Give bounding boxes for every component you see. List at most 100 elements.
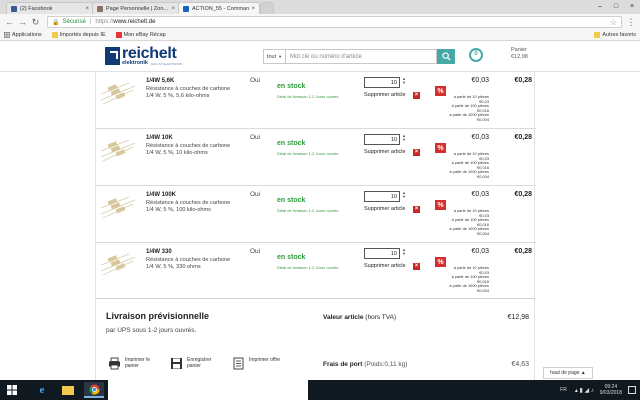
product-name[interactable]: 1/4W 10K [146, 135, 173, 141]
cart-button[interactable]: 0 [466, 47, 486, 65]
delete-x-icon[interactable]: × [413, 206, 420, 213]
delete-x-icon[interactable]: × [413, 149, 420, 156]
quantity-input[interactable]: 10 [364, 134, 400, 145]
quantity-input[interactable]: 10 [364, 77, 400, 88]
product-name[interactable]: 1/4W 5,6K [146, 78, 174, 84]
search-input[interactable]: Mot clé ou numéro d'article [285, 49, 437, 64]
start-button[interactable] [0, 380, 24, 400]
bookmark-ebay[interactable]: Mon eBay Récap [115, 32, 166, 38]
delivery-delay: Délai de livraison 1-2 Jours ouvrés [277, 151, 339, 156]
delete-article-link[interactable]: Supprimer article [364, 149, 406, 155]
page-favicon-icon [97, 5, 103, 12]
product-name[interactable]: 1/4W 330 [146, 249, 172, 255]
cart-row: 1/4W 10K Résistance à couches de carbone… [96, 129, 536, 186]
back-to-top-button[interactable]: haut de page ▲ [543, 367, 593, 379]
resistor-image[interactable] [99, 194, 137, 220]
resistor-image[interactable] [99, 137, 137, 163]
url-host: www.reichelt.de [113, 19, 156, 25]
close-window-icon[interactable]: × [624, 0, 640, 12]
browser-tabstrip: (2) Facebook × Page Personnelle | Zon...… [0, 0, 640, 14]
quantity-input[interactable]: 10 [364, 191, 400, 202]
close-tab-icon[interactable]: × [85, 6, 89, 12]
resistor-image[interactable] [99, 80, 137, 106]
line-total: €0,28 [514, 191, 532, 198]
tab-action-55[interactable]: ACTION_55 - Commande... × [178, 2, 260, 14]
delivery-subtitle: par UPS sous 1-2 jours ouvrés. [106, 327, 197, 334]
url-separator: | [89, 19, 92, 25]
taskbar-file-explorer[interactable] [58, 382, 78, 398]
delivery-title: Livraison prévisionnelle [106, 311, 210, 321]
notification-icon[interactable] [628, 386, 636, 394]
product-name[interactable]: 1/4W 100K [146, 192, 176, 198]
tab-page-personnelle[interactable]: Page Personnelle | Zon... × [92, 2, 180, 14]
bookmark-label: Mon eBay Récap [123, 32, 166, 38]
clock[interactable]: 09:24 9/03/2018 [600, 384, 622, 396]
url-field[interactable]: 🔒 Sécurisé | https:// www.reichelt.de ☆ [47, 16, 622, 28]
windows-taskbar: e FR ▴ ▮ ◢ ♪ 09:24 9/03/2018 [0, 380, 640, 400]
bookmark-imported-ie[interactable]: Importés depuis IE [51, 32, 106, 38]
search-category-select[interactable]: tout ▼ [263, 49, 285, 64]
availability-value: Oui [250, 248, 261, 255]
back-arrow-icon[interactable]: ← [4, 17, 15, 28]
bookmark-applications[interactable]: Applications [4, 32, 42, 38]
price-tiers: à partir de 10 pièces €0,03 à partir de … [436, 208, 489, 236]
folder-icon [594, 32, 601, 38]
tab-facebook[interactable]: (2) Facebook × [6, 2, 94, 14]
panier-total: €12,98 [511, 54, 528, 60]
quantity-value: 10 [390, 193, 397, 200]
bookmark-star-icon[interactable]: ☆ [610, 18, 617, 27]
browser-menu-icon[interactable]: ⋮ [626, 17, 636, 28]
new-tab-button[interactable] [260, 2, 274, 14]
system-tray: FR ▴ ▮ ◢ ♪ 09:24 9/03/2018 [560, 380, 636, 400]
tab-label: (2) Facebook [20, 5, 53, 12]
delete-x-icon[interactable]: × [413, 263, 420, 270]
panier-summary[interactable]: Panier €12,98 [511, 47, 528, 61]
reload-icon[interactable]: ↻ [30, 17, 41, 28]
apps-grid-icon [4, 32, 10, 38]
delivery-delay: Délai de livraison 1-2 Jours ouvrés [277, 208, 339, 213]
availability-value: Oui [250, 77, 261, 84]
article-value-amount: €12,98 [507, 314, 529, 321]
logo-sub: elektronik [122, 60, 148, 66]
printer-icon [109, 357, 120, 370]
search-bar: tout ▼ Mot clé ou numéro d'article [263, 49, 455, 64]
language-indicator[interactable]: FR [560, 387, 567, 393]
delete-article-link[interactable]: Supprimer article [364, 263, 406, 269]
taskbar-ie[interactable]: e [32, 382, 52, 398]
search-button[interactable] [437, 49, 455, 64]
delete-article-link[interactable]: Supprimer article [364, 92, 406, 98]
bookmark-other-favorites[interactable]: Autres favoris [594, 32, 636, 38]
close-tab-icon[interactable]: × [171, 6, 175, 12]
print-cart-button[interactable]: Imprimer le panier [108, 357, 150, 370]
quantity-stepper-icon[interactable]: ▲ ▼ [402, 191, 406, 199]
availability-value: Oui [250, 134, 261, 141]
bookmarks-bar: Applications Importés depuis IE Mon eBay… [0, 30, 640, 41]
action-label: Imprimer offre [249, 357, 280, 363]
taskbar-window-preview[interactable] [108, 380, 308, 400]
quantity-stepper-icon[interactable]: ▲ ▼ [402, 134, 406, 142]
print-offer-button[interactable]: Imprimer offre [232, 357, 280, 370]
forward-arrow-icon[interactable]: → [17, 17, 28, 28]
taskbar-chrome[interactable] [84, 382, 104, 398]
stock-status: en stock [277, 140, 306, 147]
tray-icons[interactable]: ▴ ▮ ◢ ♪ [575, 387, 594, 394]
quantity-stepper-icon[interactable]: ▲ ▼ [402, 77, 406, 85]
reichelt-favicon-icon [183, 5, 189, 12]
delete-article-link[interactable]: Supprimer article [364, 206, 406, 212]
bookmark-label: Importés depuis IE [59, 32, 106, 38]
close-tab-icon[interactable]: × [251, 6, 255, 12]
minimize-icon[interactable]: – [592, 0, 608, 12]
bookmark-label: Autres favoris [602, 32, 636, 38]
maximize-icon[interactable]: □ [608, 0, 624, 12]
delete-x-icon[interactable]: × [413, 92, 420, 99]
quantity-input[interactable]: 10 [364, 248, 400, 259]
reichelt-logo[interactable]: reichelt elektronik DAS IST ELEKTRONIK [105, 45, 193, 68]
save-cart-button[interactable]: Enregistrer panier [170, 357, 211, 370]
product-description: Résistance à couches de carbone 1/4 W, 5… [146, 200, 230, 213]
resistor-image[interactable] [99, 251, 137, 277]
save-icon [171, 358, 182, 369]
product-description: Résistance à couches de carbone 1/4 W, 5… [146, 86, 230, 99]
facebook-favicon-icon [11, 5, 17, 12]
window-controls: – □ × [592, 0, 640, 12]
quantity-stepper-icon[interactable]: ▲ ▼ [402, 248, 406, 256]
